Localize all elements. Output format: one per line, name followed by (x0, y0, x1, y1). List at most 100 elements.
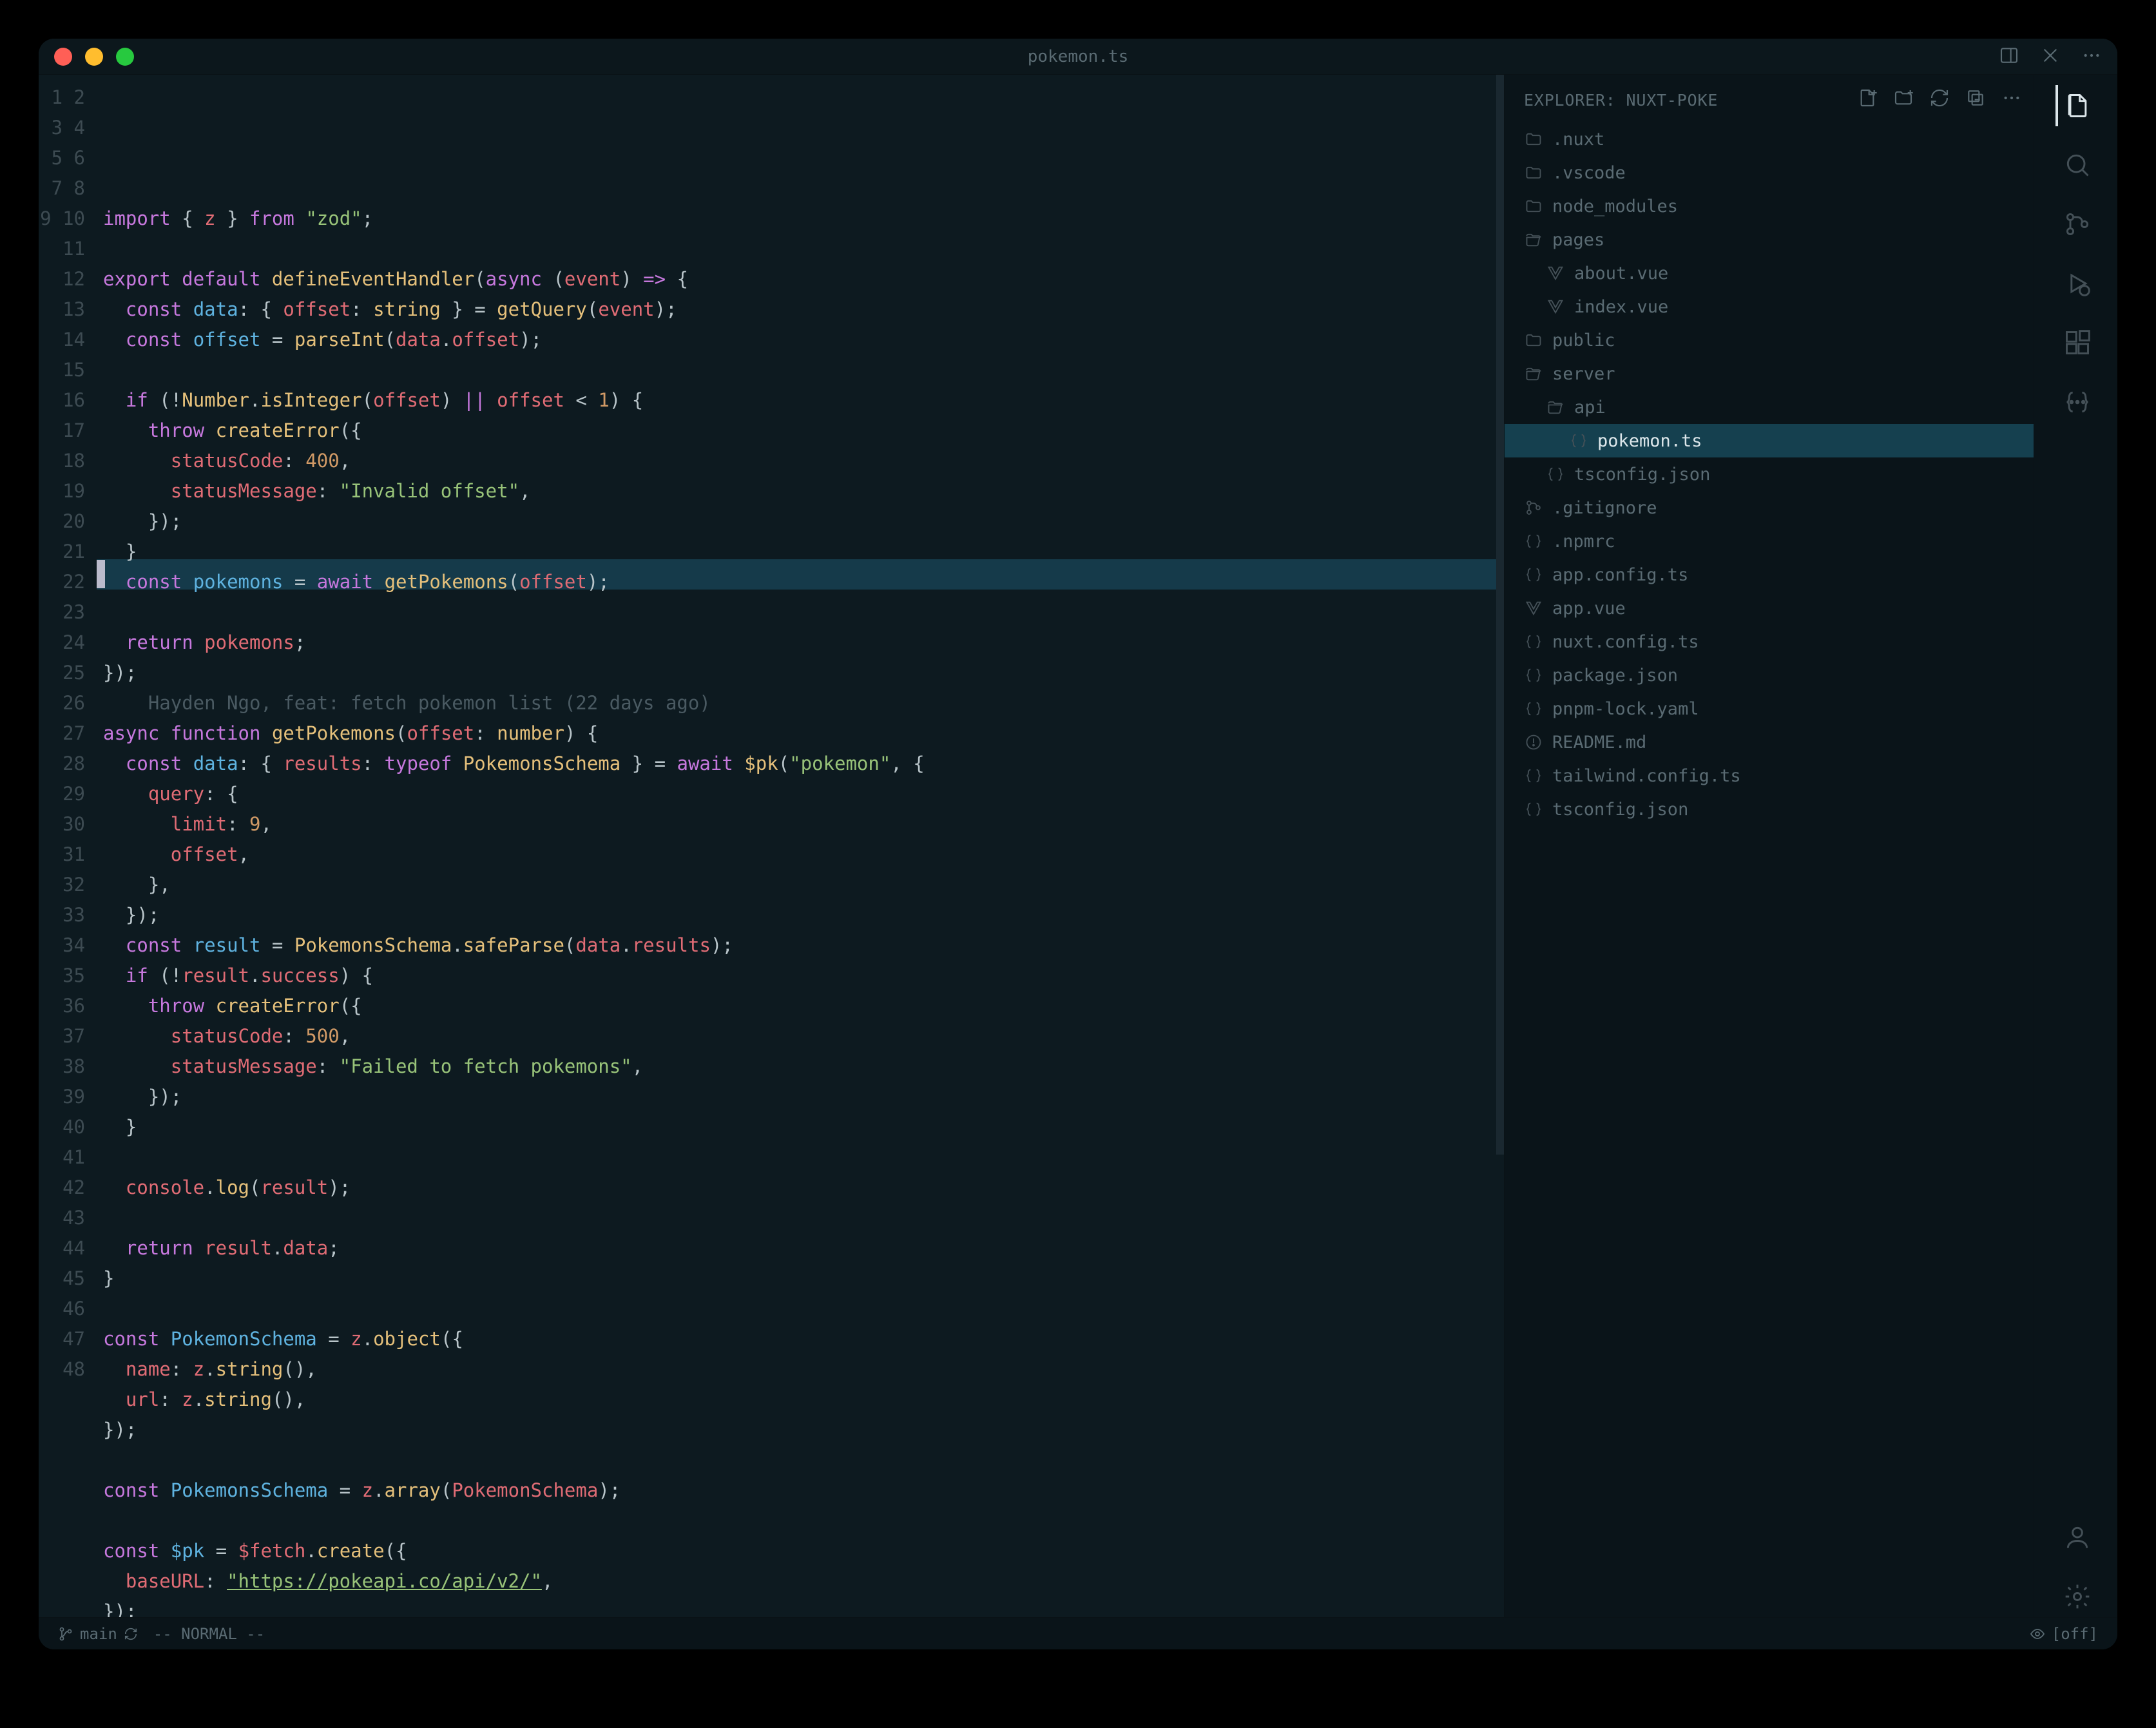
tree-item-label: api (1574, 398, 1606, 418)
md-icon (1524, 733, 1543, 752)
tree-item-label: tsconfig.json (1552, 800, 1688, 820)
tree-item-label: server (1552, 364, 1615, 384)
line-number-gutter: 1 2 3 4 5 6 7 8 9 10 11 12 13 14 15 16 1… (39, 75, 97, 1617)
account-icon[interactable] (2055, 1517, 2097, 1558)
vue-icon (1546, 297, 1565, 316)
tree-file[interactable]: pokemon.ts (1505, 424, 2034, 457)
json-icon (1524, 800, 1543, 819)
ts-icon (1524, 766, 1543, 785)
refresh-icon[interactable] (1929, 88, 1950, 112)
npm-icon (1524, 532, 1543, 551)
explorer-title: EXPLORER: NUXT-POKE (1524, 91, 1718, 110)
tree-file[interactable]: about.vue (1505, 256, 2034, 290)
maximize-window-button[interactable] (116, 48, 134, 66)
close-window-button[interactable] (54, 48, 72, 66)
git-branch-status[interactable]: main (58, 1625, 138, 1643)
vue-icon (1546, 264, 1565, 283)
tree-item-label: app.config.ts (1552, 565, 1688, 585)
tree-file[interactable]: .gitignore (1505, 491, 2034, 524)
tree-folder[interactable]: server (1505, 357, 2034, 390)
tree-item-label: README.md (1552, 733, 1646, 753)
explorer-header: EXPLORER: NUXT-POKE (1505, 75, 2034, 122)
tree-item-label: pokemon.ts (1597, 431, 1702, 451)
settings-gear-icon[interactable] (2055, 1576, 2097, 1617)
tree-file[interactable]: app.vue (1505, 591, 2034, 625)
tree-folder[interactable]: .vscode (1505, 156, 2034, 189)
branch-name: main (80, 1625, 117, 1643)
folder-icon (1524, 130, 1543, 149)
folder-open-icon (1546, 398, 1565, 417)
tree-item-label: index.vue (1574, 297, 1668, 317)
tree-folder[interactable]: pages (1505, 223, 2034, 256)
tree-file[interactable]: tailwind.config.ts (1505, 759, 2034, 792)
tree-folder[interactable]: public (1505, 323, 2034, 357)
explorer-tab-icon[interactable] (2055, 85, 2097, 126)
tree-folder[interactable]: .nuxt (1505, 122, 2034, 156)
more-explorer-icon[interactable] (2001, 88, 2022, 112)
vscode-window: pokemon.ts 1 2 3 4 5 6 7 8 9 10 11 12 13… (39, 39, 2117, 1649)
extensions-tab-icon[interactable] (2055, 322, 2097, 363)
title-actions (1999, 45, 2102, 68)
tree-file[interactable]: pnpm-lock.yaml (1505, 692, 2034, 725)
tree-file[interactable]: package.json (1505, 658, 2034, 692)
panel-toggle-icon[interactable] (1999, 45, 2019, 68)
ts-icon (1524, 632, 1543, 651)
code-content[interactable]: import { z } from "zod"; export default … (97, 75, 1504, 1617)
ts-icon (1569, 431, 1588, 450)
tree-item-label: app.vue (1552, 599, 1626, 619)
close-panel-icon[interactable] (2040, 45, 2061, 68)
tree-item-label: nuxt.config.ts (1552, 632, 1699, 652)
yaml-icon (1524, 699, 1543, 718)
tree-item-label: pnpm-lock.yaml (1552, 699, 1699, 719)
editor-cursor (97, 560, 105, 588)
folder-icon (1524, 197, 1543, 216)
folder-icon (1524, 331, 1543, 350)
explorer-sidebar: EXPLORER: NUXT-POKE .nuxt .vscode node_mod… (1504, 75, 2034, 1617)
json-icon (1524, 666, 1543, 685)
run-debug-tab-icon[interactable] (2055, 263, 2097, 304)
json-icon (1546, 465, 1565, 484)
collapse-all-icon[interactable] (1965, 88, 1986, 112)
window-controls (54, 48, 134, 66)
tree-file[interactable]: .npmrc (1505, 524, 2034, 558)
tree-item-label: node_modules (1552, 197, 1678, 216)
folder-open-icon (1524, 230, 1543, 249)
new-folder-icon[interactable] (1893, 88, 1914, 112)
folder-open-icon (1524, 364, 1543, 383)
tree-item-label: tsconfig.json (1574, 465, 1710, 485)
vim-mode-status: -- NORMAL -- (153, 1625, 265, 1643)
file-tree: .nuxt .vscode node_modulespages about.vue in… (1505, 122, 2034, 1617)
ts-icon (1524, 565, 1543, 584)
tree-item-label: about.vue (1574, 264, 1668, 283)
search-tab-icon[interactable] (2055, 144, 2097, 186)
tree-file[interactable]: README.md (1505, 725, 2034, 759)
tree-item-label: .gitignore (1552, 498, 1657, 518)
tree-item-label: public (1552, 331, 1615, 350)
tree-file[interactable]: tsconfig.json (1505, 457, 2034, 491)
tree-folder[interactable]: node_modules (1505, 189, 2034, 223)
new-file-icon[interactable] (1857, 88, 1878, 112)
tree-file[interactable]: index.vue (1505, 290, 2034, 323)
folder-icon (1524, 163, 1543, 182)
json-tab-icon[interactable] (2055, 381, 2097, 423)
tree-item-label: .nuxt (1552, 130, 1604, 149)
vue-icon (1524, 599, 1543, 618)
tree-item-label: package.json (1552, 666, 1678, 686)
tree-file[interactable]: tsconfig.json (1505, 792, 2034, 826)
status-bar: main -- NORMAL -- [off] (39, 1617, 2117, 1649)
activity-bar (2034, 75, 2117, 1617)
visibility-status[interactable]: [off] (2030, 1625, 2098, 1643)
git-icon (1524, 498, 1543, 517)
source-control-tab-icon[interactable] (2055, 204, 2097, 245)
editor-area[interactable]: 1 2 3 4 5 6 7 8 9 10 11 12 13 14 15 16 1… (39, 75, 1504, 1617)
minimize-window-button[interactable] (85, 48, 103, 66)
titlebar: pokemon.ts (39, 39, 2117, 75)
tree-folder[interactable]: api (1505, 390, 2034, 424)
tree-item-label: tailwind.config.ts (1552, 766, 1741, 786)
more-icon[interactable] (2081, 45, 2102, 68)
tree-file[interactable]: nuxt.config.ts (1505, 625, 2034, 658)
tree-item-label: .npmrc (1552, 532, 1615, 552)
window-title: pokemon.ts (39, 47, 2117, 66)
tree-item-label: .vscode (1552, 163, 1626, 183)
tree-file[interactable]: app.config.ts (1505, 558, 2034, 591)
